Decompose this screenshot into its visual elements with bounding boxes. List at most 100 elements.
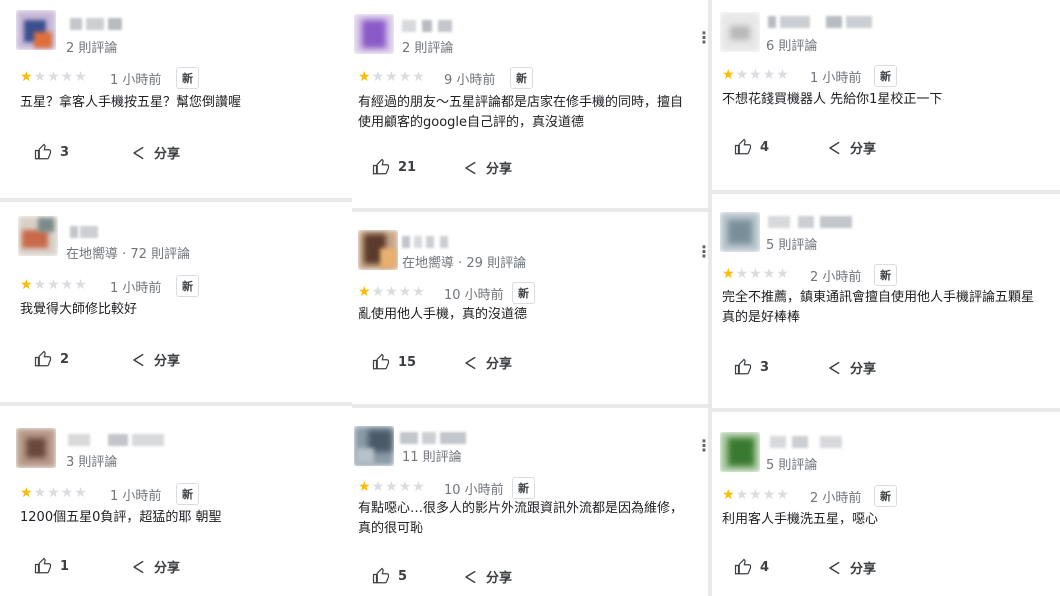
review-time: 10 小時前 [444,288,504,303]
share-button[interactable]: 分享 [826,558,876,577]
like-count: 15 [398,354,417,370]
rating-stars: ★ ★ ★ ★ ★ [722,67,789,83]
share-button[interactable]: 分享 [826,358,876,377]
review-count: 11 則評論 [402,450,462,465]
avatar[interactable] [720,12,760,52]
reviewer-name[interactable] [768,216,852,228]
new-badge: 新 [510,67,533,89]
like-button[interactable]: 3 [734,358,769,376]
share-label: 分享 [486,357,513,372]
reviewer-name[interactable] [70,226,98,238]
review-time: 1 小時前 [110,73,162,88]
review-card: 5 則評論 ★ ★ ★ ★ ★ 2 小時前 新 完全不推薦，鎮東通訊會擅自使用他人手機評… [712,194,1060,408]
review-time: 1 小時前 [110,489,162,504]
reviewer-name[interactable] [402,20,452,32]
review-card: 11 則評論 ★ ★ ★ ★ ★ 10 小時前 新 有點噁心…很多人的影片外流跟資訊外流… [352,408,708,596]
review-card: 5 則評論 ★ ★ ★ ★ ★ 2 小時前 新 利用客人手機洗五星，噁心 4 分享 [712,412,1060,596]
reviewer-name[interactable] [70,18,122,30]
like-button[interactable]: 4 [734,558,769,576]
review-time: 1 小時前 [110,281,162,296]
review-text: 利用客人手機洗五星，噁心 [722,512,879,527]
new-badge: 新 [176,67,199,89]
share-icon [462,568,478,586]
share-label: 分享 [850,142,877,157]
reviewer-name[interactable] [402,236,448,248]
like-count: 4 [760,139,770,155]
share-icon [462,354,478,372]
share-button[interactable]: 分享 [130,350,180,369]
review-card: 在地嚮導 · 29 則評論 ★ ★ ★ ★ ★ 10 小時前 新 亂使用他人手機，真的沒… [352,212,708,404]
share-icon [130,351,146,369]
thumb-up-icon [372,158,390,176]
like-button[interactable]: 15 [372,353,416,371]
like-button[interactable]: 4 [734,138,769,156]
share-button[interactable]: 分享 [826,138,876,157]
new-badge: 新 [874,264,897,286]
more-vert-icon[interactable]: ⋮ [696,30,708,46]
share-button[interactable]: 分享 [462,353,512,372]
review-time: 2 小時前 [810,491,862,506]
review-text: 真的很可恥 [358,521,424,536]
review-card: 6 則評論 ★ ★ ★ ★ ★ 1 小時前 新 不想花錢買機器人 先給你1星校正一下 4… [712,0,1060,190]
share-button[interactable]: 分享 [462,567,512,586]
reviewer-name[interactable] [770,436,842,448]
share-icon [130,558,146,576]
like-count: 3 [60,144,70,160]
rating-stars: ★ ★ ★ ★ ★ [20,485,87,501]
share-label: 分享 [850,562,877,577]
like-button[interactable]: 3 [34,143,69,161]
new-badge: 新 [512,282,535,304]
share-icon [462,159,478,177]
review-text: 五星？拿客人手機按五星？幫您倒讚喔 [20,95,242,110]
review-count: 6 則評論 [766,39,818,54]
review-time: 9 小時前 [444,73,496,88]
share-icon [130,144,146,162]
avatar[interactable] [16,428,56,468]
review-count: 5 則評論 [766,238,818,253]
more-vert-icon[interactable]: ⋮ [696,244,708,260]
like-button[interactable]: 5 [372,567,407,585]
avatar[interactable] [354,14,394,54]
avatar[interactable] [16,10,56,50]
review-count: 2 則評論 [66,41,118,56]
like-button[interactable]: 1 [34,557,69,575]
review-text: 使用顧客的google自己評的，真沒道德 [358,115,585,130]
review-card: 在地嚮導 · 72 則評論 ★ ★ ★ ★ ★ 1 小時前 新 我覺得大師修比較好 2 … [0,202,352,402]
thumb-up-icon [734,558,752,576]
avatar[interactable] [354,426,394,466]
share-button[interactable]: 分享 [130,143,180,162]
share-label: 分享 [154,561,181,576]
like-count: 5 [398,568,408,584]
share-label: 分享 [850,362,877,377]
reviewer-name[interactable] [68,434,164,446]
review-time: 1 小時前 [810,71,862,86]
review-time: 10 小時前 [444,483,504,498]
rating-stars: ★ ★ ★ ★ ★ [722,487,789,503]
review-card: 2 則評論 ★ ★ ★ ★ ★ 1 小時前 新 五星？拿客人手機按五星？幫您倒讚喔 3 … [0,0,352,198]
reviewer-name[interactable] [768,16,872,28]
review-count: 3 則評論 [66,455,118,470]
thumb-up-icon [34,557,52,575]
like-button[interactable]: 2 [34,350,69,368]
review-card: 2 則評論 ★ ★ ★ ★ ★ 9 小時前 新 有經過的朋友～五星評論都是店家在修手機的… [352,0,708,208]
new-badge: 新 [176,275,199,297]
rating-stars: ★ ★ ★ ★ ★ [358,284,425,300]
like-count: 21 [398,159,417,175]
share-label: 分享 [486,571,513,586]
avatar[interactable] [720,432,760,472]
more-vert-icon[interactable]: ⋮ [696,438,708,454]
avatar[interactable] [18,216,58,256]
reviewer-name[interactable] [400,432,466,444]
avatar[interactable] [358,230,398,270]
review-text: 真的是好棒棒 [722,310,801,325]
share-label: 分享 [486,162,513,177]
review-count: 2 則評論 [402,41,454,56]
avatar[interactable] [720,212,760,252]
review-count: 5 則評論 [766,458,818,473]
thumb-up-icon [34,143,52,161]
share-button[interactable]: 分享 [462,158,512,177]
rating-stars: ★ ★ ★ ★ ★ [358,69,425,85]
like-button[interactable]: 21 [372,158,416,176]
share-button[interactable]: 分享 [130,557,180,576]
share-icon [826,139,842,157]
